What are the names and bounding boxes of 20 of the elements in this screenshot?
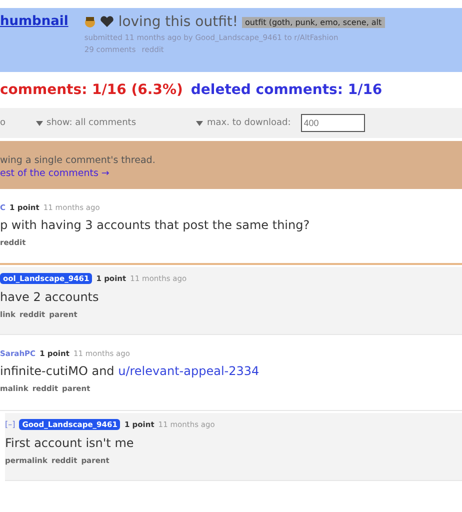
thumbnail-link[interactable]: humbnail	[0, 14, 68, 64]
removed-stat: comments: 1/16 (6.3%)	[0, 82, 183, 98]
deleted-stat: deleted comments: 1/16	[190, 82, 382, 98]
comment-body: infinite-cutiMO and u/relevant-appeal-2334	[0, 364, 260, 378]
comment-body: have 2 accounts	[0, 290, 100, 304]
award-icon	[84, 16, 96, 28]
flair-tag: outfit (goth, punk, emo, scene, alt	[242, 16, 385, 28]
max-input[interactable]: 400	[300, 114, 365, 132]
post-title[interactable]: loving this outfit!	[118, 14, 238, 30]
caret-icon[interactable]	[36, 120, 43, 126]
max-label: max. to download:	[207, 118, 291, 128]
collapse-toggle[interactable]: [–]	[5, 420, 16, 429]
show-dropdown[interactable]: show: all comments	[46, 118, 136, 128]
notice-text: wing a single comment's thread.	[0, 155, 156, 166]
comment-body: First account isn't me	[5, 436, 135, 450]
show-all-link[interactable]: est of the comments →	[0, 168, 462, 179]
comment-body: p with having 3 accounts that post the same thing?	[0, 218, 311, 232]
heart-icon	[100, 16, 114, 28]
caret-icon[interactable]	[196, 120, 204, 126]
sort-label: o	[0, 118, 6, 128]
